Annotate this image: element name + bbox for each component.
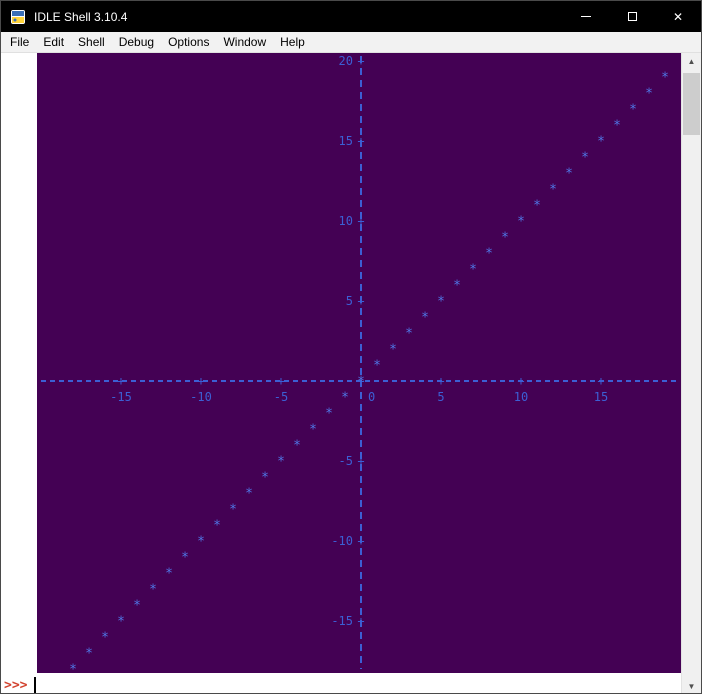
scroll-up-button[interactable]: ▲ xyxy=(682,53,701,70)
close-icon: ✕ xyxy=(672,9,684,24)
scroll-up-icon: ▲ xyxy=(687,57,696,66)
plot-point: * xyxy=(533,198,541,214)
minimize-icon xyxy=(581,16,591,17)
menu-item-options[interactable]: Options xyxy=(161,33,216,51)
plot-point: * xyxy=(549,182,557,198)
plot-point: * xyxy=(101,630,109,646)
prompt-line: >>> xyxy=(4,675,37,693)
text-cursor xyxy=(34,677,37,693)
plot-point: * xyxy=(373,358,381,374)
scroll-down-button[interactable]: ▼ xyxy=(682,678,701,693)
plot-point: * xyxy=(293,438,301,454)
plot-point: * xyxy=(229,502,237,518)
x-tick: + xyxy=(197,374,205,388)
menu-item-debug[interactable]: Debug xyxy=(112,33,161,51)
x-tick: + xyxy=(517,374,525,388)
prompt: >>> xyxy=(4,677,28,693)
y-tick-label: 15 xyxy=(338,134,353,148)
app-icon xyxy=(11,9,25,24)
x-tick: + xyxy=(277,374,285,388)
plot-point: * xyxy=(389,342,397,358)
plot-point: * xyxy=(613,118,621,134)
plot-point: * xyxy=(629,102,637,118)
x-tick-label: 0 xyxy=(368,390,376,404)
plot-point: * xyxy=(133,598,141,614)
plot-point: * xyxy=(117,614,125,630)
shell-text-area[interactable]: + -15 + -10 + -5 +0 +5 +10 +15 +20 +15 +10 +5 + -5 + -10 +… xyxy=(1,53,701,693)
y-tick-label: -15 xyxy=(331,614,353,628)
plot-point: * xyxy=(645,86,653,102)
plot-point: * xyxy=(197,534,205,550)
plot-point: * xyxy=(181,550,189,566)
x-tick-label: 5 xyxy=(437,390,445,404)
plot-point: * xyxy=(421,310,429,326)
menu-item-edit[interactable]: Edit xyxy=(36,33,71,51)
titlebar: IDLE Shell 3.10.4 ✕ xyxy=(1,1,701,32)
y-tick: + xyxy=(357,614,365,628)
menubar: File Edit Shell Debug Options Window Help xyxy=(1,32,701,53)
plot-point: * xyxy=(213,518,221,534)
plot-point: * xyxy=(501,230,509,246)
menu-item-help[interactable]: Help xyxy=(273,33,312,51)
plot-point: * xyxy=(565,166,573,182)
y-tick: + xyxy=(357,54,365,68)
y-tick: + xyxy=(357,294,365,308)
plot-point: * xyxy=(453,278,461,294)
x-tick-label: -15 xyxy=(110,390,132,404)
y-tick-label: 5 xyxy=(345,294,353,308)
plot-point: * xyxy=(165,566,173,582)
plot-point: * xyxy=(469,262,477,278)
y-tick-label: -5 xyxy=(338,454,353,468)
maximize-icon xyxy=(627,12,637,21)
menu-item-shell[interactable]: Shell xyxy=(71,33,112,51)
maximize-button[interactable] xyxy=(609,1,655,32)
plot-point: * xyxy=(277,454,285,470)
y-tick: + xyxy=(357,134,365,148)
plot-point: * xyxy=(69,662,77,673)
x-tick: + xyxy=(437,374,445,388)
vertical-scrollbar[interactable]: ▲ ▼ xyxy=(681,53,701,693)
window-title: IDLE Shell 3.10.4 xyxy=(34,9,128,24)
x-tick-label: -10 xyxy=(190,390,212,404)
plot-point: * xyxy=(661,70,669,86)
x-tick-label: 10 xyxy=(513,390,529,404)
x-tick-label: -5 xyxy=(273,390,289,404)
plot-point: * xyxy=(597,134,605,150)
plot-point: * xyxy=(405,326,413,342)
x-tick: + xyxy=(597,374,605,388)
close-button[interactable]: ✕ xyxy=(655,1,701,32)
y-tick: + xyxy=(357,214,365,228)
plot-point: * xyxy=(261,470,269,486)
plot-point: * xyxy=(325,406,333,422)
plot-point: * xyxy=(149,582,157,598)
y-tick: + xyxy=(357,534,365,548)
plot-point: * xyxy=(85,646,93,662)
x-tick-label: 15 xyxy=(593,390,609,404)
plot-canvas: + -15 + -10 + -5 +0 +5 +10 +15 +20 +15 +10 +5 + -5 + -10 +… xyxy=(37,53,682,673)
idle-shell-window: IDLE Shell 3.10.4 ✕ File Edit Shell Debug Op… xyxy=(0,0,702,694)
plot-point: * xyxy=(517,214,525,230)
plot-point: * xyxy=(309,422,317,438)
y-tick-label: -10 xyxy=(331,534,353,548)
y-tick: + xyxy=(357,454,365,468)
y-tick-label: 20 xyxy=(338,54,353,68)
plot-point: * xyxy=(357,374,365,390)
plot-point: * xyxy=(245,486,253,502)
plot-point: * xyxy=(437,294,445,310)
plot-point: * xyxy=(581,150,589,166)
scroll-down-icon: ▼ xyxy=(687,682,696,691)
scroll-thumb[interactable] xyxy=(683,73,700,135)
y-tick-label: 10 xyxy=(338,214,353,228)
x-tick: + xyxy=(117,374,125,388)
plot-point: * xyxy=(341,390,349,406)
plot-point: * xyxy=(485,246,493,262)
minimize-button[interactable] xyxy=(563,1,609,32)
menu-item-file[interactable]: File xyxy=(3,33,36,51)
menu-item-window[interactable]: Window xyxy=(216,33,273,51)
